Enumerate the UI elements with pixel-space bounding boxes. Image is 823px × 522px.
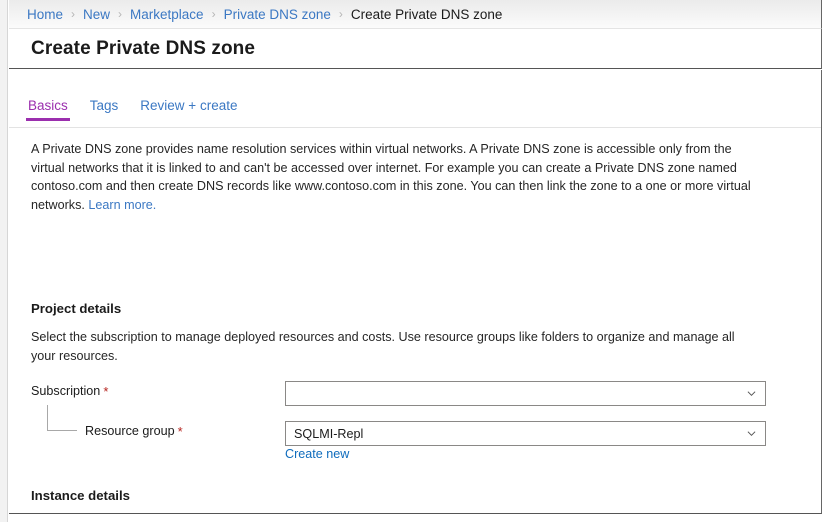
breadcrumb-item-new[interactable]: New xyxy=(83,7,110,22)
breadcrumb-item-marketplace[interactable]: Marketplace xyxy=(130,7,204,22)
page-title: Create Private DNS zone xyxy=(31,37,256,59)
resource-group-label-text: Resource group xyxy=(85,424,175,438)
subscription-label: Subscription * xyxy=(31,384,108,398)
resource-group-value: SQLMI-Repl xyxy=(294,426,364,441)
form-pane: Basics Tags Review + create A Private DN… xyxy=(9,70,822,514)
resource-group-label: Resource group * xyxy=(85,424,183,438)
breadcrumb-item-private-dns-zone[interactable]: Private DNS zone xyxy=(224,7,331,22)
project-details-subtext: Select the subscription to manage deploy… xyxy=(31,330,735,363)
subscription-row: Subscription * xyxy=(9,381,821,406)
instance-details-heading: Instance details xyxy=(31,488,130,503)
required-asterisk: * xyxy=(177,423,183,439)
resource-group-dropdown[interactable]: SQLMI-Repl xyxy=(285,421,766,446)
subscription-label-text: Subscription xyxy=(31,384,101,398)
tab-basics[interactable]: Basics xyxy=(26,98,70,121)
breadcrumb-item-home[interactable]: Home xyxy=(27,7,63,22)
title-bar: Create Private DNS zone xyxy=(9,29,822,69)
breadcrumb-separator: › xyxy=(211,7,216,21)
breadcrumb: Home › New › Marketplace › Private DNS z… xyxy=(9,0,822,29)
breadcrumb-separator: › xyxy=(338,7,343,21)
breadcrumb-separator: › xyxy=(118,7,123,21)
breadcrumb-separator: › xyxy=(71,7,76,21)
chevron-down-icon xyxy=(747,389,756,398)
chevron-down-icon xyxy=(747,429,756,438)
subscription-dropdown[interactable] xyxy=(285,381,766,406)
create-private-dns-zone-screen: Home › New › Marketplace › Private DNS z… xyxy=(0,0,823,522)
tab-tags[interactable]: Tags xyxy=(90,98,119,121)
resource-group-row: Resource group * SQLMI-Repl Create new xyxy=(9,421,821,461)
tab-bar: Basics Tags Review + create xyxy=(9,98,821,128)
learn-more-link[interactable]: Learn more. xyxy=(88,198,156,212)
create-new-resource-group-link[interactable]: Create new xyxy=(285,447,349,461)
intro-description: A Private DNS zone provides name resolut… xyxy=(31,140,759,214)
required-asterisk: * xyxy=(103,383,109,399)
tab-review-create[interactable]: Review + create xyxy=(140,98,237,121)
project-details-heading: Project details xyxy=(31,301,122,316)
left-gutter xyxy=(0,0,8,522)
breadcrumb-item-current: Create Private DNS zone xyxy=(350,6,503,22)
